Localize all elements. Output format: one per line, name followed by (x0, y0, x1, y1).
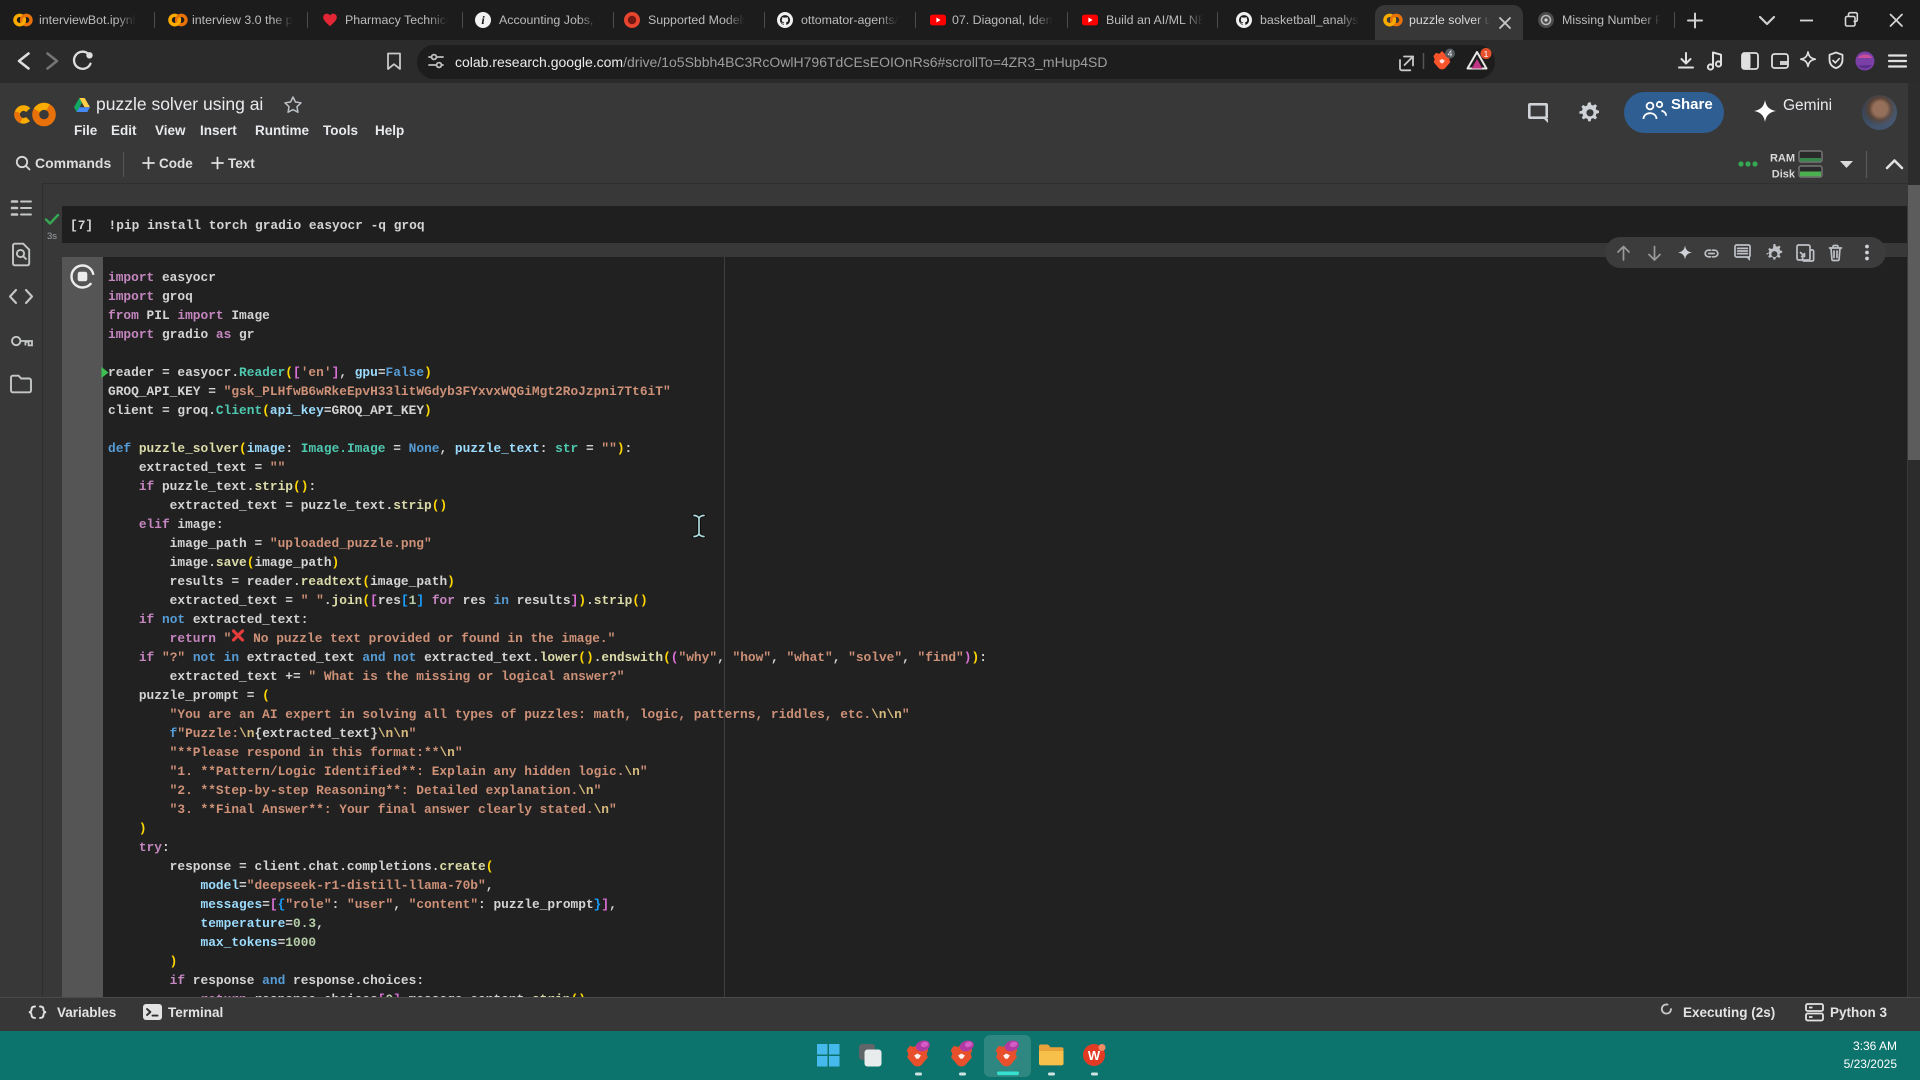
svg-text:RAM: RAM (1770, 153, 1795, 165)
svg-text:4: 4 (1448, 49, 1453, 59)
svg-text:1: 1 (1484, 49, 1489, 59)
svg-text:W: W (1088, 1048, 1101, 1063)
svg-text:Disk: Disk (1772, 169, 1796, 181)
svg-text:3s: 3s (47, 231, 57, 242)
